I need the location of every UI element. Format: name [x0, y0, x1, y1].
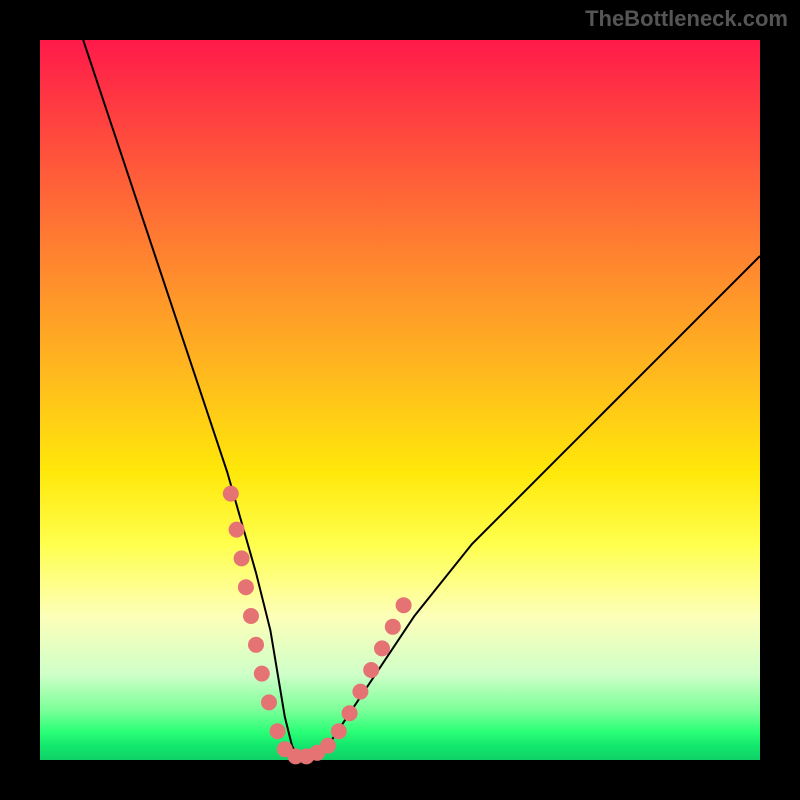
marker-dot	[352, 684, 368, 700]
bottleneck-curve	[83, 40, 760, 760]
marker-dot	[331, 723, 347, 739]
marker-dot	[363, 662, 379, 678]
marker-dot	[229, 522, 245, 538]
marker-dot	[223, 486, 239, 502]
marker-dot	[243, 608, 259, 624]
marker-dot	[238, 579, 254, 595]
highlight-markers	[223, 486, 412, 765]
marker-dot	[270, 723, 286, 739]
marker-dot	[248, 637, 264, 653]
plot-gradient-background	[40, 40, 760, 760]
marker-dot	[234, 550, 250, 566]
chart-svg	[40, 40, 760, 760]
watermark-text: TheBottleneck.com	[585, 6, 788, 32]
marker-dot	[385, 619, 401, 635]
marker-dot	[396, 597, 412, 613]
marker-dot	[320, 738, 336, 754]
marker-dot	[342, 705, 358, 721]
marker-dot	[374, 640, 390, 656]
marker-dot	[261, 694, 277, 710]
marker-dot	[254, 666, 270, 682]
